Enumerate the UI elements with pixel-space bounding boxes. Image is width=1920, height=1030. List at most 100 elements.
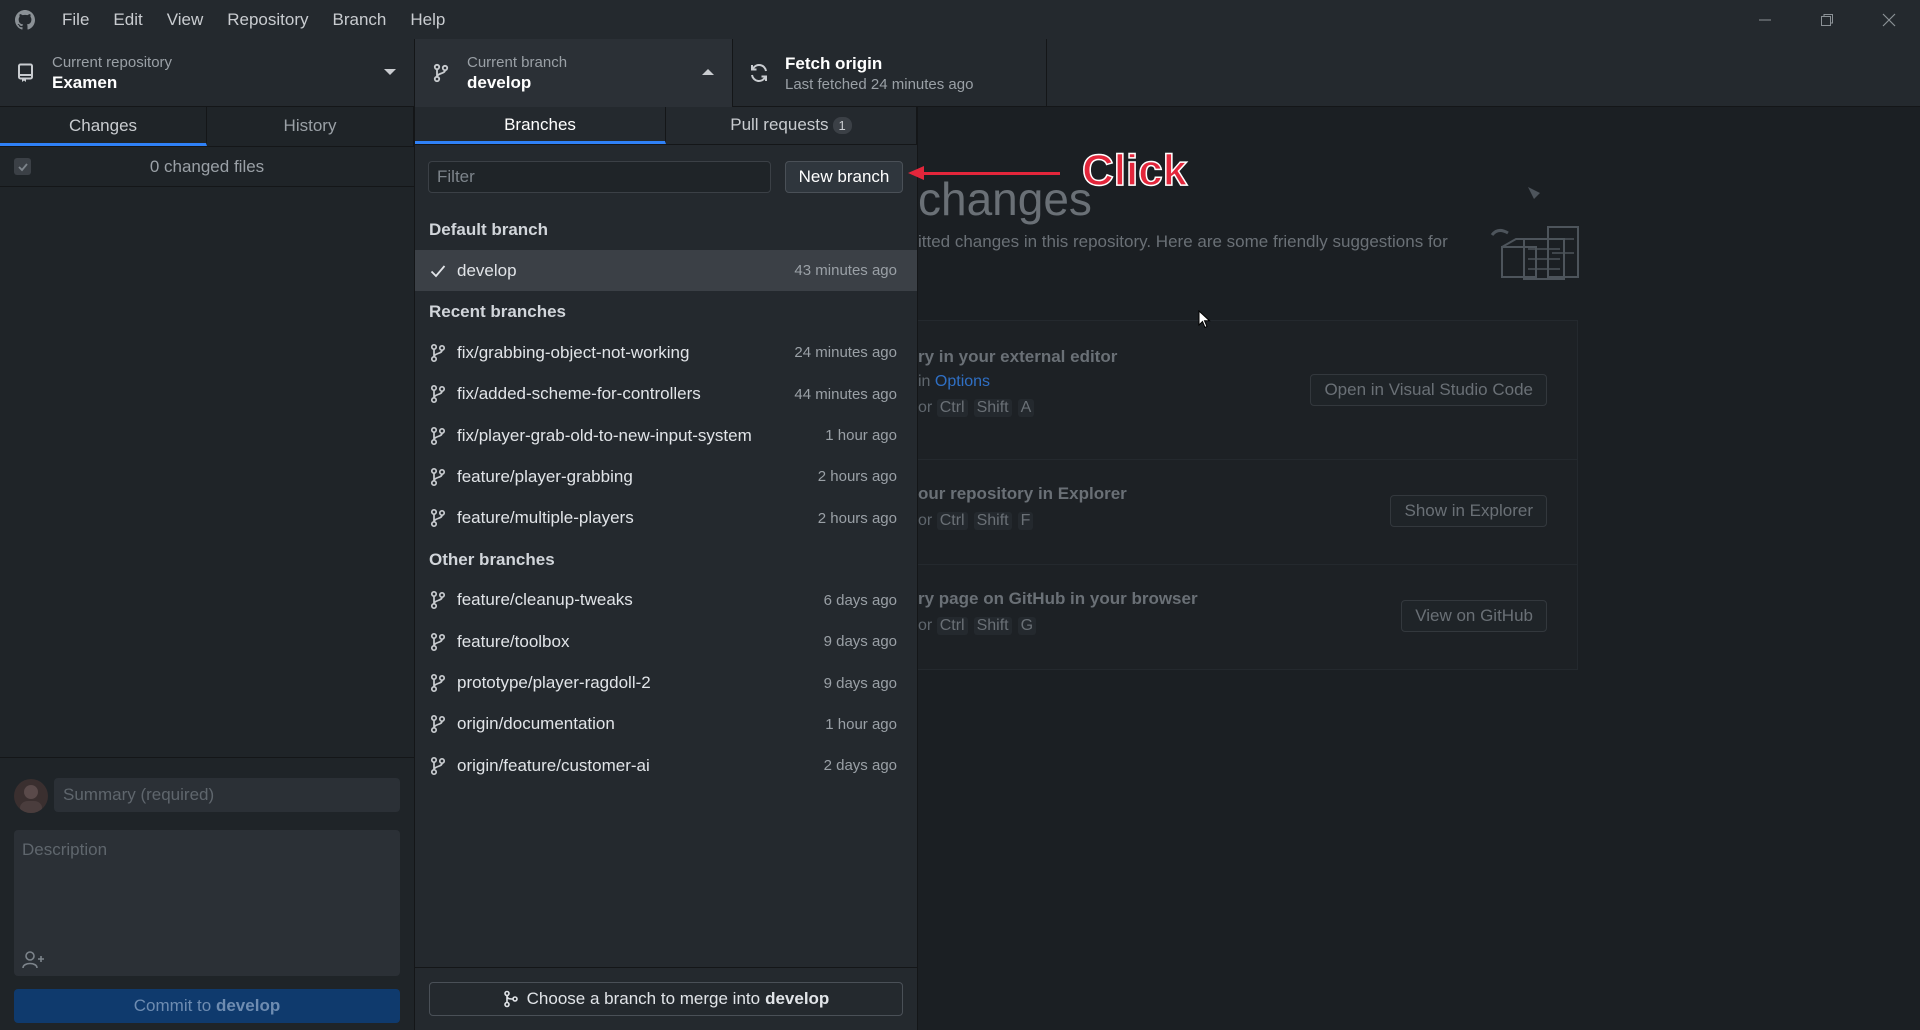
- tab-history[interactable]: History: [207, 107, 414, 146]
- open-editor-shortcut: or Ctrl Shift A: [918, 399, 1040, 417]
- commit-form: Summary (required) Description Commit to…: [0, 757, 414, 1030]
- branch-time: 44 minutes ago: [794, 385, 897, 403]
- commit-button[interactable]: Commit to develop: [14, 989, 400, 1023]
- page-title: changes: [918, 173, 1092, 225]
- recent-branches-header: Recent branches: [429, 302, 566, 322]
- no-changes-view: changes itted changes in this repository…: [918, 107, 1920, 1030]
- menu-help[interactable]: Help: [398, 0, 457, 39]
- menu-repository[interactable]: Repository: [215, 0, 320, 39]
- branch-item[interactable]: prototype/player-ragdoll-2 9 days ago: [415, 662, 917, 703]
- branch-name: feature/player-grabbing: [457, 466, 633, 486]
- branch-name: develop: [457, 260, 517, 280]
- description-input[interactable]: Description: [14, 830, 400, 976]
- key-shift: Shift: [973, 617, 1012, 635]
- key-ctrl: Ctrl: [936, 617, 968, 635]
- branch-item[interactable]: feature/player-grabbing 2 hours ago: [415, 456, 917, 497]
- branch-name: feature/multiple-players: [457, 508, 634, 528]
- merge-icon: [503, 990, 519, 1008]
- view-on-github-card: ry page on GitHub in your browser or Ctr…: [918, 564, 1578, 670]
- open-editor-card: ry in your external editor in Options or…: [918, 320, 1578, 460]
- sidebar-tabs: Changes History: [0, 107, 414, 147]
- merge-branch-button[interactable]: Choose a branch to merge into develop: [429, 982, 903, 1016]
- merge-label: Choose a branch to merge into: [526, 989, 761, 1008]
- branch-time: 43 minutes ago: [794, 262, 897, 280]
- avatar: [14, 779, 48, 813]
- branch-time: 1 hour ago: [825, 427, 897, 445]
- branch-time: 2 hours ago: [817, 509, 897, 527]
- tab-branches[interactable]: Branches: [415, 107, 666, 144]
- branch-icon: [429, 384, 447, 404]
- divider: [415, 967, 918, 968]
- branch-time: 24 minutes ago: [794, 344, 897, 362]
- menu-branch[interactable]: Branch: [321, 0, 399, 39]
- close-icon[interactable]: [1858, 0, 1920, 39]
- open-in-vscode-button[interactable]: Open in Visual Studio Code: [1310, 374, 1547, 406]
- add-coauthor-icon[interactable]: [22, 950, 46, 975]
- no-changes-illustration-icon: [1488, 177, 1598, 287]
- tab-changes[interactable]: Changes: [0, 107, 207, 146]
- shortcut-or: or: [918, 512, 933, 529]
- branch-time: 2 hours ago: [817, 468, 897, 486]
- branch-icon: [429, 714, 447, 734]
- branch-item-develop[interactable]: develop 43 minutes ago: [415, 250, 917, 292]
- branch-time: 6 days ago: [823, 591, 897, 609]
- restore-icon[interactable]: [1796, 0, 1858, 39]
- repo-icon: [14, 63, 38, 83]
- branch-name: fix/grabbing-object-not-working: [457, 342, 690, 362]
- explorer-title: our repository in Explorer: [918, 484, 1127, 503]
- menu-view[interactable]: View: [155, 0, 216, 39]
- current-repository-button[interactable]: Current repository Examen: [0, 39, 415, 107]
- fetch-title: Fetch origin: [785, 53, 883, 73]
- annotation-arrow-head-icon: [908, 166, 924, 180]
- branch-name: develop: [467, 72, 532, 92]
- filter-row: Filter New branch: [415, 145, 917, 209]
- branch-item[interactable]: feature/cleanup-tweaks 6 days ago: [415, 580, 917, 621]
- explorer-shortcut: or Ctrl Shift F: [918, 512, 1039, 530]
- key-a: A: [1017, 399, 1035, 417]
- github-shortcut: or Ctrl Shift G: [918, 617, 1042, 635]
- branch-name: prototype/player-ragdoll-2: [457, 673, 651, 693]
- branch-item[interactable]: feature/multiple-players 2 hours ago: [415, 497, 917, 538]
- minimize-icon[interactable]: [1734, 0, 1796, 39]
- branch-filter-input[interactable]: Filter: [428, 161, 771, 193]
- merge-target-branch: develop: [765, 989, 830, 1008]
- annotation-label: Click: [1081, 145, 1188, 196]
- select-all-checkbox[interactable]: [14, 158, 31, 175]
- open-editor-options-line: in Options: [918, 373, 990, 391]
- branch-item[interactable]: fix/added-scheme-for-controllers 44 minut…: [415, 374, 917, 415]
- menu-edit[interactable]: Edit: [101, 0, 154, 39]
- key-ctrl: Ctrl: [936, 399, 968, 417]
- branch-item[interactable]: fix/player-grab-old-to-new-input-system 1…: [415, 415, 917, 456]
- key-g: G: [1017, 617, 1037, 635]
- branch-item[interactable]: feature/toolbox 9 days ago: [415, 621, 917, 662]
- tab-pull-requests[interactable]: Pull requests 1: [666, 107, 917, 144]
- options-link[interactable]: Options: [935, 373, 990, 390]
- view-on-github-button[interactable]: View on GitHub: [1401, 600, 1547, 632]
- branch-item[interactable]: origin/documentation 1 hour ago: [415, 704, 917, 745]
- pull-requests-label: Pull requests: [730, 115, 829, 134]
- branch-name: origin/feature/customer-ai: [457, 755, 650, 775]
- check-icon: [429, 264, 447, 278]
- other-branches-list: feature/cleanup-tweaks 6 days ago feature/…: [415, 580, 917, 786]
- summary-input[interactable]: Summary (required): [54, 778, 400, 812]
- key-shift: Shift: [973, 512, 1012, 530]
- menu-bar: File Edit View Repository Branch Help: [50, 0, 457, 39]
- branch-item[interactable]: origin/feature/customer-ai 2 days ago: [415, 745, 917, 786]
- menu-file[interactable]: File: [50, 0, 101, 39]
- branch-icon: [429, 63, 453, 83]
- new-branch-button[interactable]: New branch: [785, 161, 903, 193]
- branch-name: fix/added-scheme-for-controllers: [457, 384, 701, 404]
- branch-icon: [429, 343, 447, 363]
- branch-item[interactable]: fix/grabbing-object-not-working 24 minute…: [415, 332, 917, 373]
- branch-icon: [429, 467, 447, 487]
- fetch-origin-button[interactable]: Fetch origin Last fetched 24 minutes ago: [733, 39, 1047, 107]
- key-ctrl: Ctrl: [936, 512, 968, 530]
- title-bar: File Edit View Repository Branch Help: [0, 0, 1920, 39]
- branch-icon: [429, 508, 447, 528]
- changed-files-count: 0 changed files: [149, 156, 265, 176]
- github-title: ry page on GitHub in your browser: [918, 589, 1198, 608]
- current-branch-button[interactable]: Current branch develop: [415, 39, 733, 107]
- branch-name: origin/documentation: [457, 714, 615, 734]
- default-branch-header: Default branch: [429, 220, 549, 239]
- show-in-explorer-button[interactable]: Show in Explorer: [1390, 495, 1547, 527]
